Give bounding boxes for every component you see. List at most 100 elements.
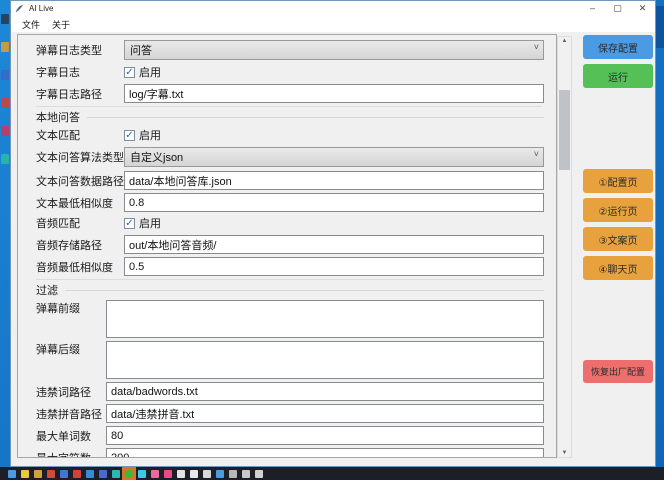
taskbar-app-icon[interactable] xyxy=(73,470,81,478)
taskbar-app-icon[interactable] xyxy=(86,470,94,478)
section-title-label: 过滤 xyxy=(36,282,58,298)
page-button-2[interactable]: ②运行页 xyxy=(583,198,653,222)
text-input[interactable]: data/本地问答库.json xyxy=(124,171,544,190)
save-config-button[interactable]: 保存配置 xyxy=(583,35,653,59)
desktop-icon[interactable] xyxy=(1,98,9,108)
checkbox-label: 启用 xyxy=(139,64,161,80)
field-label: 音频最低相似度 xyxy=(36,259,124,275)
taskbar-app-icon[interactable] xyxy=(122,467,136,480)
checkbox[interactable]: ✓ xyxy=(124,130,135,141)
desktop-icon[interactable] xyxy=(1,154,9,164)
form-row: 最大单词数80 xyxy=(36,426,544,445)
textarea-input[interactable] xyxy=(106,341,544,379)
desktop-icon[interactable] xyxy=(1,14,9,24)
app-window: AI Live – ▢ ✕ 文件 关于 弹幕日志类型问答˅字幕日志✓启用字幕日志… xyxy=(10,0,656,467)
taskbar-app-glyph xyxy=(112,470,120,478)
close-icon[interactable]: ✕ xyxy=(630,1,655,16)
form-row: 音频存储路径out/本地问答音频/ xyxy=(36,235,544,254)
combobox[interactable]: 自定义json˅ xyxy=(124,147,544,167)
text-input-value: 80 xyxy=(111,430,123,442)
taskbar-app-glyph xyxy=(8,470,16,478)
checkbox-label: 启用 xyxy=(139,127,161,143)
page-button-3[interactable]: ③文案页 xyxy=(583,227,653,251)
page-button-1[interactable]: ①配置页 xyxy=(583,169,653,193)
taskbar-app-icon[interactable] xyxy=(177,470,185,478)
section-title-rule xyxy=(87,117,544,118)
form-row: 音频匹配✓启用 xyxy=(36,215,544,231)
checkbox[interactable]: ✓ xyxy=(124,218,135,229)
scroll-up-icon[interactable]: ▲ xyxy=(558,38,571,44)
desktop-icon[interactable] xyxy=(1,42,9,52)
vertical-scrollbar[interactable]: ▲ ▼ xyxy=(557,36,572,458)
scroll-down-icon[interactable]: ▼ xyxy=(558,450,571,456)
chevron-down-icon: ˅ xyxy=(534,42,539,52)
desktop-icon[interactable] xyxy=(1,70,9,80)
taskbar-app-icon[interactable] xyxy=(164,470,172,478)
textarea-input[interactable] xyxy=(106,300,544,338)
section-separator xyxy=(36,106,542,107)
field-label: 违禁拼音路径 xyxy=(36,406,106,422)
taskbar-app-icon[interactable] xyxy=(190,470,198,478)
taskbar-app-icon[interactable] xyxy=(203,470,211,478)
taskbar-app-glyph xyxy=(73,470,81,478)
taskbar-app-glyph xyxy=(99,470,107,478)
taskbar-app-icon[interactable] xyxy=(242,470,250,478)
taskbar-app-glyph xyxy=(34,470,42,478)
desktop-icon[interactable] xyxy=(1,126,9,136)
scrollbar-thumb[interactable] xyxy=(559,90,570,170)
field-label: 弹幕前缀 xyxy=(36,300,106,316)
field-label: 文本问答数据路径 xyxy=(36,173,124,189)
form-row: 字幕日志路径log/字幕.txt xyxy=(36,84,544,103)
run-button[interactable]: 运行 xyxy=(583,64,653,88)
window-controls: – ▢ ✕ xyxy=(580,1,655,16)
text-input-value: 0.8 xyxy=(129,197,144,209)
text-input[interactable]: 200 xyxy=(106,448,544,458)
taskbar-app-icon[interactable] xyxy=(34,470,42,478)
text-input[interactable]: log/字幕.txt xyxy=(124,84,544,103)
section-header: 本地问答 xyxy=(36,110,544,123)
section-title-label: 本地问答 xyxy=(36,109,80,125)
taskbar-app-icon[interactable] xyxy=(47,470,55,478)
field-label: 字幕日志 xyxy=(36,64,124,80)
field-label: 弹幕日志类型 xyxy=(36,42,124,58)
taskbar-app-icon[interactable] xyxy=(255,470,263,478)
text-input-value: 200 xyxy=(111,452,129,459)
text-input[interactable]: out/本地问答音频/ xyxy=(124,235,544,254)
menu-file[interactable]: 文件 xyxy=(16,18,46,31)
taskbar-app-glyph xyxy=(125,470,133,478)
factory-reset-button[interactable]: 恢复出厂配置 xyxy=(583,360,653,383)
chevron-down-icon: ˅ xyxy=(534,149,539,159)
text-input-value: data/badwords.txt xyxy=(111,386,198,398)
combobox[interactable]: 问答˅ xyxy=(124,40,544,60)
taskbar-app-icon[interactable] xyxy=(112,470,120,478)
taskbar-app-icon[interactable] xyxy=(229,470,237,478)
checkbox[interactable]: ✓ xyxy=(124,67,135,78)
taskbar-app-icon[interactable] xyxy=(216,470,224,478)
app-feather-icon xyxy=(15,4,24,13)
taskbar-app-glyph xyxy=(60,470,68,478)
form-row: 字幕日志✓ 启用 xyxy=(36,64,544,80)
taskbar-app-icon[interactable] xyxy=(138,470,146,478)
minimize-icon[interactable]: – xyxy=(580,1,605,16)
form-row: 弹幕前缀 xyxy=(36,300,544,338)
page-button-4[interactable]: ④聊天页 xyxy=(583,256,653,280)
form-row: 最大字符数200 xyxy=(36,448,544,458)
taskbar-app-icon[interactable] xyxy=(151,470,159,478)
text-input[interactable]: data/违禁拼音.txt xyxy=(106,404,544,423)
desktop-icon[interactable] xyxy=(656,6,664,48)
taskbar-app-icon[interactable] xyxy=(60,470,68,478)
taskbar-app-icon[interactable] xyxy=(21,470,29,478)
text-input[interactable]: 0.5 xyxy=(124,257,544,276)
section-title-rule xyxy=(65,290,544,291)
section-separator xyxy=(36,279,542,280)
text-input[interactable]: data/badwords.txt xyxy=(106,382,544,401)
taskbar-app-icon[interactable] xyxy=(99,470,107,478)
text-input[interactable]: 80 xyxy=(106,426,544,445)
text-input[interactable]: 0.8 xyxy=(124,193,544,212)
taskbar-app-icon[interactable] xyxy=(8,470,16,478)
taskbar-app-glyph xyxy=(242,470,250,478)
menu-about[interactable]: 关于 xyxy=(46,18,76,31)
taskbar-app-glyph xyxy=(164,470,172,478)
form-row: 弹幕后缀 xyxy=(36,341,544,379)
maximize-icon[interactable]: ▢ xyxy=(605,1,630,16)
